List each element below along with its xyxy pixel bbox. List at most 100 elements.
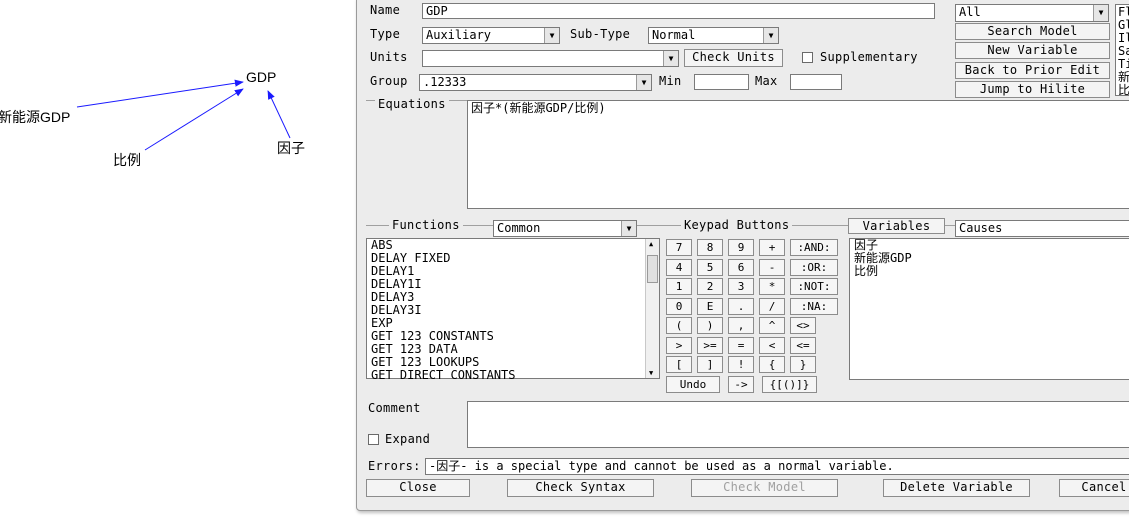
max-field[interactable] <box>790 74 842 90</box>
scroll-thumb[interactable] <box>647 255 658 283</box>
key-minus[interactable]: - <box>759 259 785 276</box>
variable-item[interactable]: 比例 <box>854 265 1129 278</box>
check-model-button[interactable]: Check Model <box>691 479 838 497</box>
arrow-factor-to-gdp[interactable] <box>267 90 291 139</box>
min-field[interactable] <box>694 74 749 90</box>
function-item[interactable]: DELAY3I <box>371 304 655 317</box>
key-comma[interactable]: , <box>728 317 754 334</box>
key-e[interactable]: E <box>697 298 723 315</box>
key-open-brace[interactable]: { <box>759 356 785 373</box>
variables-button[interactable]: Variables <box>848 218 945 234</box>
subtype-select-value: Normal <box>652 28 696 42</box>
comment-label: Comment <box>368 401 421 415</box>
functions-category-select[interactable]: Common ▼ <box>493 220 637 237</box>
functions-scrollbar[interactable]: ▲ ▼ <box>645 239 659 378</box>
group-select-value: .12333 <box>423 75 467 89</box>
functions-label: Functions <box>389 218 463 232</box>
chevron-down-icon[interactable]: ▼ <box>763 28 778 43</box>
check-syntax-button[interactable]: Check Syntax <box>507 479 654 497</box>
chevron-down-icon[interactable]: ▼ <box>621 221 636 236</box>
key-4[interactable]: 4 <box>666 259 692 276</box>
node-new-energy-gdp[interactable]: 新能源GDP <box>0 107 70 127</box>
jump-to-hilite-button[interactable]: Jump to Hilite <box>955 81 1110 98</box>
key-3[interactable]: 3 <box>728 278 754 295</box>
check-units-button[interactable]: Check Units <box>684 49 783 67</box>
scroll-up-icon[interactable]: ▲ <box>649 240 653 248</box>
close-button[interactable]: Close <box>366 479 470 497</box>
node-ratio[interactable]: 比例 <box>113 150 141 170</box>
key-na[interactable]: :NA: <box>790 298 838 315</box>
chevron-down-icon[interactable]: ▼ <box>1093 5 1108 21</box>
node-factor[interactable]: 因子 <box>277 138 305 158</box>
key-equal[interactable]: = <box>728 337 754 354</box>
key-or[interactable]: :OR: <box>790 259 838 276</box>
comment-textarea[interactable] <box>467 401 1129 448</box>
chevron-down-icon[interactable]: ▼ <box>544 28 559 43</box>
key-close-paren[interactable]: ) <box>697 317 723 334</box>
key-6[interactable]: 6 <box>728 259 754 276</box>
key-braces[interactable]: {[()]} <box>762 376 817 393</box>
name-label: Name <box>370 3 401 17</box>
key-open-paren[interactable]: ( <box>666 317 692 334</box>
key-9[interactable]: 9 <box>728 239 754 256</box>
scroll-down-icon[interactable]: ▼ <box>649 369 653 377</box>
key-dot[interactable]: . <box>728 298 754 315</box>
type-select[interactable]: Auxiliary ▼ <box>422 27 560 44</box>
units-select[interactable]: ▼ <box>422 50 679 67</box>
key-greater-equal[interactable]: >= <box>697 337 723 354</box>
key-less[interactable]: < <box>759 337 785 354</box>
expand-checkbox[interactable] <box>368 434 379 445</box>
units-label: Units <box>370 50 408 64</box>
search-model-button[interactable]: Search Model <box>955 23 1110 40</box>
key-not-equal[interactable]: <> <box>790 317 816 334</box>
key-0[interactable]: 0 <box>666 298 692 315</box>
key-exclamation[interactable]: ! <box>728 356 754 373</box>
delete-variable-button[interactable]: Delete Variable <box>883 479 1030 497</box>
name-field[interactable]: GDP <box>422 3 935 19</box>
key-5[interactable]: 5 <box>697 259 723 276</box>
key-caret[interactable]: ^ <box>759 317 785 334</box>
back-to-prior-edit-button[interactable]: Back to Prior Edit <box>955 62 1110 79</box>
key-close-bracket[interactable]: ] <box>697 356 723 373</box>
arrow-new-energy-gdp-to-gdp[interactable] <box>76 79 244 108</box>
key-close-brace[interactable]: } <box>790 356 816 373</box>
key-less-equal[interactable]: <= <box>790 337 816 354</box>
group-select[interactable]: .12333 ▼ <box>419 74 652 91</box>
chevron-down-icon[interactable]: ▼ <box>636 75 651 90</box>
search-results-list[interactable]: Fl Gl Il Sa Ti 新 比 <box>1115 4 1129 97</box>
key-8[interactable]: 8 <box>697 239 723 256</box>
functions-list[interactable]: ABS DELAY FIXED DELAY1 DELAY1I DELAY3 DE… <box>366 238 660 382</box>
key-arrow[interactable]: -> <box>728 376 754 393</box>
keypad-label: Keypad Buttons <box>681 218 793 232</box>
supplementary-label: Supplementary <box>820 50 918 64</box>
expand-label: Expand <box>385 432 431 446</box>
errors-field: -因子- is a special type and cannot be use… <box>425 458 1129 475</box>
node-gdp[interactable]: GDP <box>246 69 276 85</box>
variables-list[interactable]: 因子 新能源GDP 比例 <box>849 238 1129 380</box>
arrow-ratio-to-gdp[interactable] <box>144 88 244 151</box>
key-divide[interactable]: / <box>759 298 785 315</box>
search-scope-select[interactable]: All ▼ <box>955 4 1109 22</box>
key-plus[interactable]: + <box>759 239 785 256</box>
undo-button[interactable]: Undo <box>666 376 720 393</box>
cancel-button[interactable]: Cancel <box>1059 479 1129 497</box>
causal-diagram <box>76 79 291 151</box>
key-open-bracket[interactable]: [ <box>666 356 692 373</box>
equation-textarea[interactable]: 因子*(新能源GDP/比例) <box>467 100 1129 209</box>
key-2[interactable]: 2 <box>697 278 723 295</box>
list-item[interactable]: 比 <box>1118 84 1129 97</box>
key-1[interactable]: 1 <box>666 278 692 295</box>
key-multiply[interactable]: * <box>759 278 785 295</box>
equation-text: 因子*(新能源GDP/比例) <box>471 101 606 115</box>
subtype-select[interactable]: Normal ▼ <box>648 27 779 44</box>
key-greater[interactable]: > <box>666 337 692 354</box>
new-variable-button[interactable]: New Variable <box>955 42 1110 59</box>
variables-select[interactable]: Causes <box>955 220 1129 237</box>
supplementary-checkbox[interactable] <box>802 52 813 63</box>
key-and[interactable]: :AND: <box>790 239 838 256</box>
key-7[interactable]: 7 <box>666 239 692 256</box>
chevron-down-icon[interactable]: ▼ <box>663 51 678 66</box>
variable-item[interactable]: 新能源GDP <box>854 252 1129 265</box>
key-not[interactable]: :NOT: <box>790 278 838 295</box>
function-item[interactable]: GET DIRECT CONSTANTS <box>371 369 655 382</box>
